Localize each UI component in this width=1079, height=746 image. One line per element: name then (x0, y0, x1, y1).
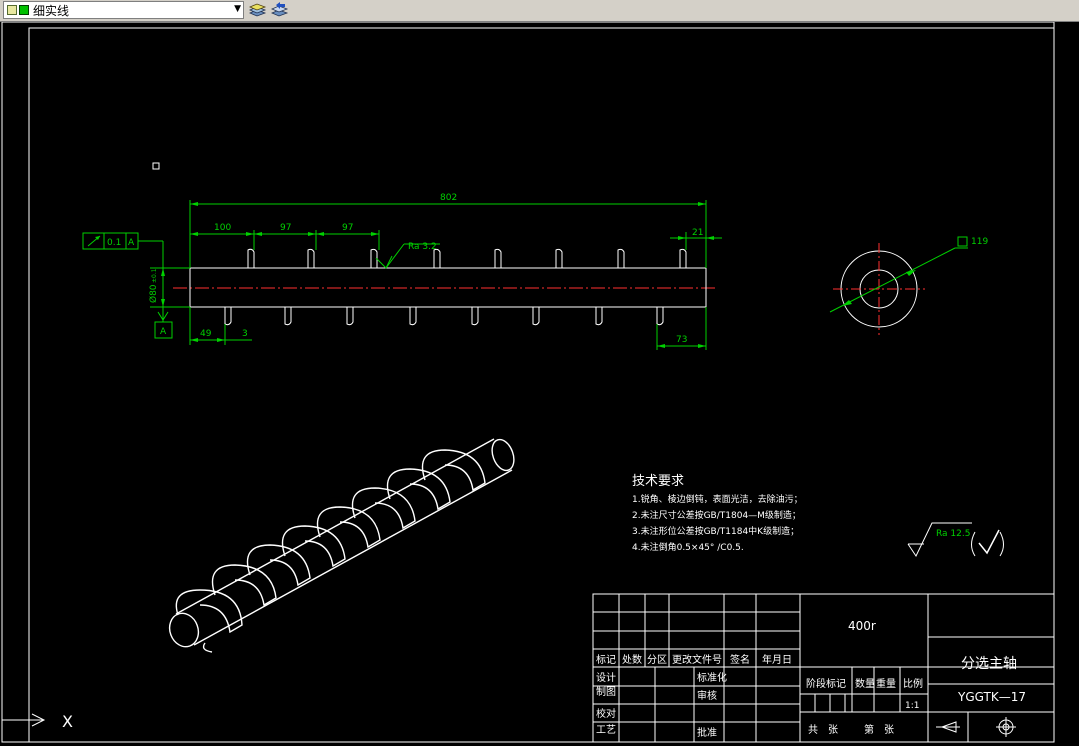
linetype-dropdown[interactable]: 细实线 ▼ (3, 1, 244, 19)
dim-dia-tol: ±0.1 (151, 268, 158, 283)
sheet-unit-1: 张 (828, 724, 838, 736)
section-view (829, 236, 968, 335)
outer-frame (1, 22, 1055, 743)
datum-label: A (160, 327, 167, 337)
grip-marker (152, 162, 160, 170)
material: 400r (848, 619, 876, 633)
h-date: 年月日 (762, 653, 792, 666)
weight: 重量 (876, 677, 896, 690)
layer-previous-icon[interactable] (270, 1, 289, 19)
dim-97-a: 97 (280, 223, 291, 233)
scale: 1:1 (905, 701, 919, 711)
tech-line-4: 4.未注倒角0.5×45° /C0.5. (632, 541, 744, 553)
sheet-unit-2: 张 (884, 724, 894, 736)
tech-title: 技术要求 (632, 474, 684, 489)
shaft-front-view (173, 248, 718, 326)
h-mark: 标记 (596, 654, 616, 666)
tech-line-2: 2.未注尺寸公差按GB/T1804—M级制造； (632, 509, 801, 521)
toolbar: 细实线 ▼ (0, 0, 1079, 22)
tolerance-value: 0.1 (107, 238, 121, 248)
bottom-flights (224, 307, 664, 326)
color-swatch-icon (19, 5, 29, 15)
r-check: 校对 (596, 707, 616, 720)
ucs-x-label: X (62, 712, 73, 731)
h-sign: 签名 (730, 653, 750, 666)
dia-label-group: Ø80 ±0.1 (148, 268, 159, 303)
top-flights (247, 248, 687, 268)
roughness-ra-12-5: Ra 12.5 (936, 529, 970, 539)
dim-3: 3 (242, 329, 248, 339)
tolerance-datum: A (128, 238, 135, 248)
approve: 批准 (697, 726, 717, 739)
roughness-ra-3-2: Ra 3.2 (408, 242, 437, 252)
stage: 阶段标记 (806, 677, 846, 690)
tech-line-1: 1.锐角、棱边倒钝，表面光洁，去除油污； (632, 493, 803, 505)
review: 审核 (697, 689, 717, 702)
dim-119: 119 (971, 237, 988, 247)
isometric-view (168, 438, 515, 653)
dim-21: 21 (692, 228, 703, 238)
r-design: 设计 (596, 671, 616, 684)
qty: 数量 (855, 677, 875, 690)
chevron-down-icon[interactable]: ▼ (234, 4, 241, 14)
r-process: 工艺 (596, 724, 616, 736)
lightbulb-icon (7, 5, 17, 15)
default-roughness: Ra 12.5 (907, 522, 1004, 558)
layer-stack-icon[interactable] (248, 1, 267, 19)
inner-frame (28, 27, 1055, 743)
dimension-texts: 802 100 97 97 21 49 3 73 Ra 3.2 119 (200, 193, 988, 345)
h-doc: 更改文件号 (672, 653, 722, 666)
dim-802: 802 (440, 193, 457, 203)
linetype-label: 细实线 (33, 3, 70, 18)
dim-73: 73 (676, 335, 687, 345)
ucs-icon: X (2, 712, 73, 731)
tech-line-3: 3.未注形位公差按GB/T1184中K级制造； (632, 525, 799, 537)
sheet-no: 第 (864, 723, 874, 736)
dim-100: 100 (214, 223, 231, 233)
h-count: 处数 (622, 653, 642, 666)
h-zone: 分区 (647, 654, 667, 666)
std: 标准化 (697, 671, 727, 684)
projection-symbol-icon (936, 717, 1016, 737)
r-draw: 制图 (596, 685, 616, 698)
dim-49: 49 (200, 329, 212, 339)
square-symbol-icon (957, 236, 968, 247)
ratio: 比例 (903, 677, 923, 690)
tech-requirements: 技术要求 1.锐角、棱边倒钝，表面光洁，去除油污； 2.未注尺寸公差按GB/T1… (632, 474, 803, 553)
drawing-number: YGGTK—17 (957, 690, 1026, 704)
dim-dia-80: Ø80 (148, 284, 159, 303)
dim-97-b: 97 (342, 223, 353, 233)
part-name: 分选主轴 (961, 656, 1017, 672)
dimension-arrows (161, 202, 714, 348)
total-sheets: 共 (808, 724, 818, 736)
cad-drawing-canvas[interactable]: 802 100 97 97 21 49 3 73 Ra 3.2 119 Ø80 … (0, 22, 1079, 746)
